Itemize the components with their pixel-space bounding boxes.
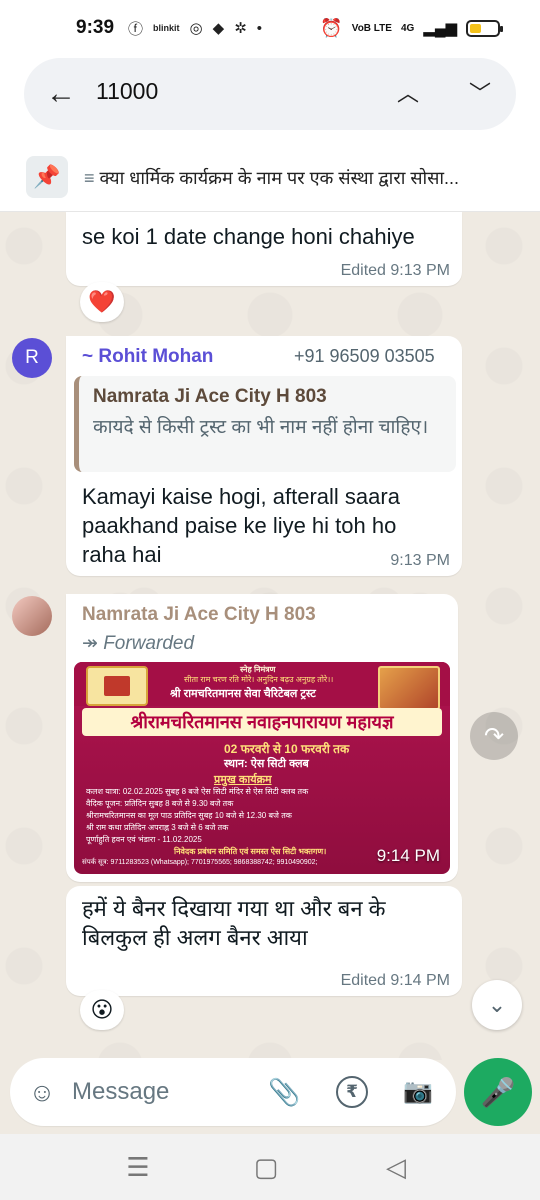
message-time: 9:14 PM: [376, 846, 440, 865]
message-time: 9:13 PM: [390, 262, 450, 279]
banner-program-item: पूर्णाहुति हवन एवं भंडारा - 11.02.2025: [86, 835, 202, 844]
system-nav-bar: ☰ ▢ ◁: [0, 1134, 540, 1200]
edited-label: Edited: [340, 972, 386, 989]
banner-program-item: श्री राम कथा प्रतिदिन अपराह्न 3 बजे से 6…: [86, 823, 229, 832]
quoted-sender: Namrata Ji Ace City H 803: [93, 386, 327, 407]
attach-icon[interactable]: 📎: [268, 1076, 300, 1108]
signal-4g-label: 4G: [400, 22, 415, 34]
banner-dates: 02 फरवरी से 10 फरवरी तक: [224, 742, 350, 756]
composer: ☺ Message 📎 ₹ 📷 🎤: [0, 1050, 540, 1134]
status-time: 9:39: [76, 17, 115, 38]
banner-program-item: श्रीरामचरितमानस का मूल पाठ प्रतिदिन सुबह…: [86, 811, 292, 820]
banner-blessing: सीता राम चरण रति मोरे। अनुदिन बढ़उ अनुग्…: [184, 675, 334, 684]
sender-phone: +91 96509 03505: [294, 346, 435, 366]
list-icon: ≡: [84, 168, 100, 188]
notification-dot-icon: •: [256, 19, 263, 37]
forwarded-text: Forwarded: [103, 633, 195, 654]
pin-icon: 📌: [26, 156, 68, 198]
back-arrow-icon[interactable]: ←: [46, 76, 76, 112]
sender-name[interactable]: ~ Rohit Mohan: [82, 346, 213, 368]
camera-icon[interactable]: 📷: [402, 1076, 434, 1108]
chat-header: ← 11000 ︿ ﹀ 📌 ≡ क्या धार्मिक कार्यक्रम क…: [0, 56, 540, 212]
message-text: हमें ये बैनर दिखाया गया था और बन के बिलक…: [82, 896, 386, 950]
banner-headline: श्रीरामचरितमानस नवाहनपारायण महायज्ञ: [82, 708, 442, 736]
signal-icon: ▂▄▆: [423, 20, 457, 37]
alarm-icon: ⏰: [320, 17, 343, 38]
avatar[interactable]: R: [12, 338, 52, 378]
payment-icon[interactable]: ₹: [336, 1076, 368, 1108]
banner-contact: संपर्क सूत्र: 9711283523 (Whatsapp); 770…: [82, 859, 318, 866]
edited-label: Edited: [340, 262, 386, 279]
trust-logo: [86, 666, 148, 706]
tag-icon: ◆: [212, 20, 225, 37]
banner-venue: स्थान: ऐस सिटी क्लब: [224, 758, 309, 770]
status-bar: 9:39 ⓕ blinkit ◎ ◆ ✲ • ⏰ VoB LTE 4G ▂▄▆: [0, 0, 540, 56]
pinned-message-text: ≡ क्या धार्मिक कार्यक्रम के नाम पर एक सं…: [84, 166, 524, 190]
sender-name[interactable]: Namrata Ji Ace City H 803: [82, 604, 316, 626]
banner-program-item: वैदिक पूजन: प्रतिदिन सुबह 8 बजे से 9.30 …: [86, 799, 234, 808]
message-meta: Edited 9:13 PM: [341, 262, 450, 280]
battery-icon: [466, 19, 503, 37]
network-label: VoB LTE: [351, 22, 392, 34]
banner-image[interactable]: स्नेह निमंत्रण सीता राम चरण रति मोरे। अन…: [74, 662, 450, 874]
banner-trust: श्री रामचरितमानस सेवा चैरिटेबल ट्रस्ट: [170, 688, 316, 700]
banner-organizer: निवेदक प्रबंधन समिति एवं समस्त ऐस सिटी भ…: [174, 847, 327, 856]
mic-icon[interactable]: 🎤: [464, 1058, 532, 1126]
chrome-icon: ◎: [189, 20, 203, 37]
reaction-badge[interactable]: 😮: [80, 990, 124, 1030]
message-text: se koi 1 date change honi chahiye: [82, 224, 415, 249]
chevron-down-icon[interactable]: ﹀: [466, 78, 494, 110]
back-icon[interactable]: ◁: [376, 1152, 416, 1183]
banner-program-item: कलश यात्रा: 02.02.2025 सुबह 8 बजे ऐस सिट…: [86, 787, 309, 796]
quoted-text: कायदे से किसी ट्रस्ट का भी नाम नहीं होना…: [93, 417, 429, 438]
facebook-icon: ⓕ: [128, 20, 144, 38]
message-bubble[interactable]: हमें ये बैनर दिखाया गया था और बन के बिलक…: [66, 886, 462, 996]
message-time: 9:13 PM: [390, 552, 450, 569]
recents-icon[interactable]: ☰: [118, 1152, 158, 1183]
search-input[interactable]: 11000: [96, 78, 158, 105]
scroll-down-icon[interactable]: ⌄: [472, 980, 522, 1030]
quoted-message[interactable]: Namrata Ji Ace City H 803 कायदे से किसी …: [74, 376, 456, 472]
app-icon: ✲: [234, 20, 247, 37]
message-time: 9:14 PM: [390, 972, 450, 989]
emoji-icon[interactable]: ☺: [26, 1076, 58, 1108]
message-text: Kamayi kaise hogi, afterall saara paakha…: [82, 484, 400, 567]
reaction-badge[interactable]: ❤️: [80, 282, 124, 322]
search-bar: ← 11000 ︿ ﹀: [24, 58, 516, 130]
pinned-message-label: क्या धार्मिक कार्यक्रम के नाम पर एक संस्…: [99, 168, 460, 188]
home-icon[interactable]: ▢: [246, 1152, 286, 1183]
share-forward-icon[interactable]: ↷: [470, 712, 518, 760]
forwarded-icon: ↠: [82, 633, 104, 654]
deity-image: [378, 666, 440, 710]
message-bubble[interactable]: ~ Rohit Mohan +91 96509 03505 Namrata Ji…: [66, 336, 462, 576]
chevron-up-icon[interactable]: ︿: [394, 78, 422, 110]
message-meta: Edited 9:14 PM: [341, 972, 450, 990]
message-input-container[interactable]: ☺ Message 📎 ₹ 📷: [10, 1058, 456, 1126]
blinkit-icon: blinkit: [153, 23, 180, 33]
pinned-message-bar[interactable]: 📌 ≡ क्या धार्मिक कार्यक्रम के नाम पर एक …: [0, 146, 540, 212]
avatar[interactable]: [12, 596, 52, 636]
banner-program-title: प्रमुख कार्यक्रम: [214, 774, 272, 786]
message-input[interactable]: Message: [72, 1078, 169, 1106]
forwarded-label: ↠ Forwarded: [82, 632, 194, 655]
message-bubble[interactable]: se koi 1 date change honi chahiye Edited…: [66, 212, 462, 286]
